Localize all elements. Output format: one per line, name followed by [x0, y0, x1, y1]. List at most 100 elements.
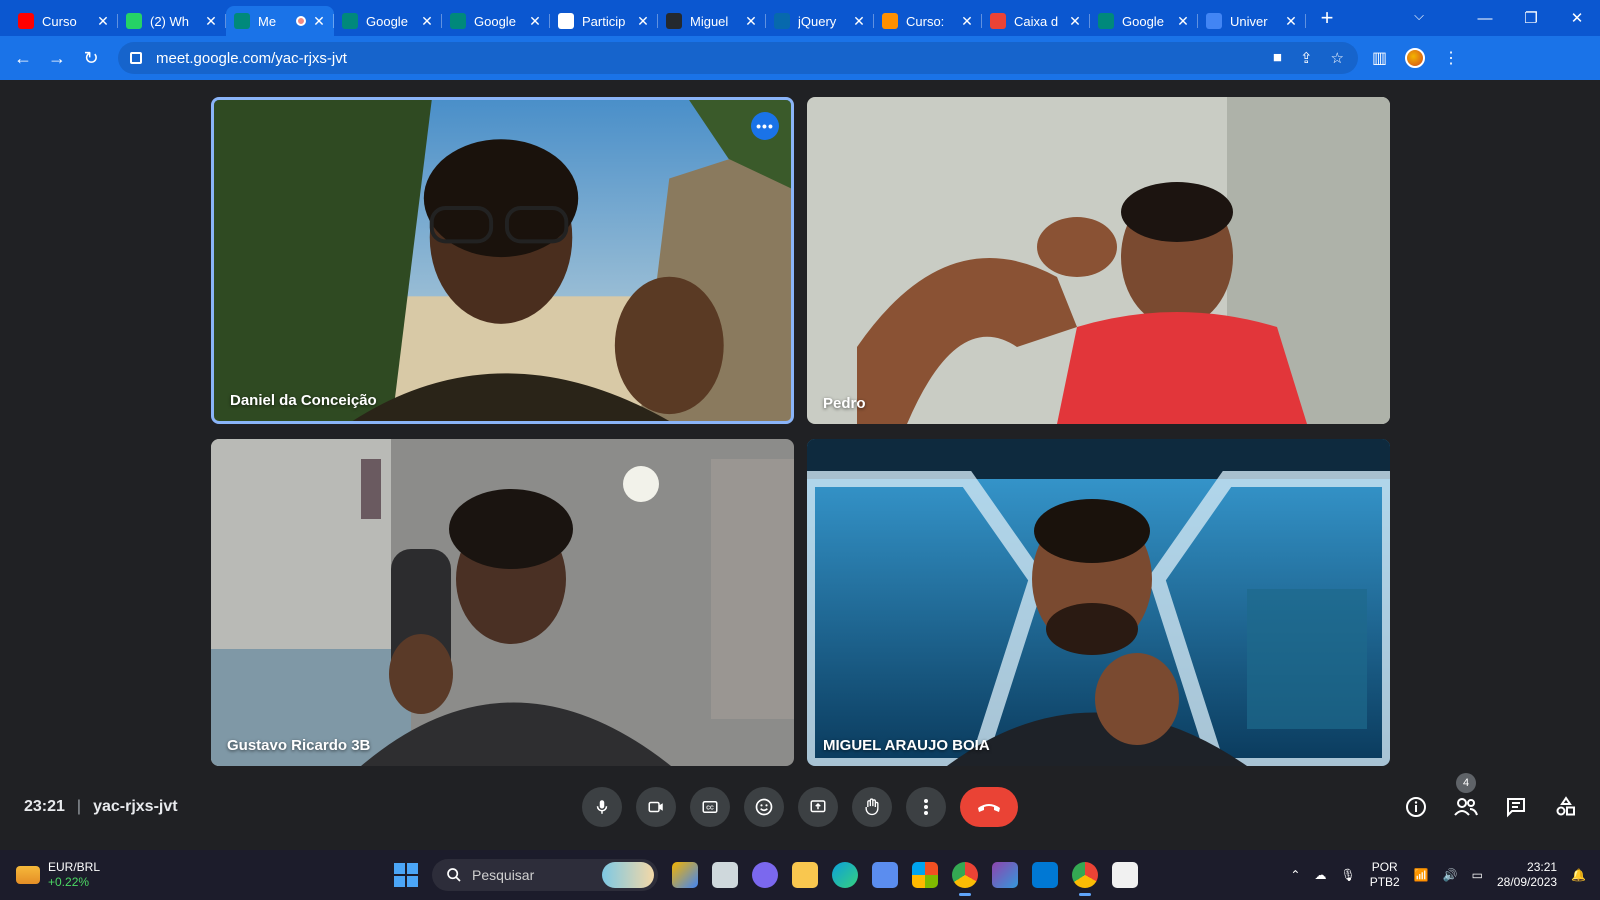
whatsapp-icon: [126, 13, 142, 29]
system-clock[interactable]: 23:21 28/09/2023: [1497, 860, 1557, 890]
participant-tile[interactable]: Pedro: [807, 97, 1390, 424]
reload-icon[interactable]: ↻: [74, 48, 108, 69]
widgets-app-icon[interactable]: [672, 862, 698, 888]
browser-tab[interactable]: Caixa d ✕: [982, 6, 1090, 36]
microphone-button[interactable]: [582, 787, 622, 827]
close-tab-icon[interactable]: ✕: [1068, 13, 1082, 30]
camera-in-use-icon[interactable]: ■: [1273, 49, 1282, 67]
participant-tile[interactable]: MIGUEL ARAUJO BOIA: [807, 439, 1390, 766]
lock-icon[interactable]: [130, 52, 142, 64]
mic-tray-icon[interactable]: 🎙: [1340, 868, 1355, 882]
profile-avatar[interactable]: [1405, 48, 1426, 68]
taskbar-search[interactable]: Pesquisar: [432, 859, 658, 891]
youtube-icon: [18, 13, 34, 29]
chrome-profile-icon[interactable]: [952, 862, 978, 896]
meeting-info: 23:21 | yac-rjxs-jvt: [24, 798, 178, 816]
search-highlight-image: [602, 862, 654, 888]
present-button[interactable]: [798, 787, 838, 827]
restore-icon[interactable]: ❐: [1508, 9, 1554, 27]
emoji-icon: [755, 798, 773, 816]
tile-options-button[interactable]: •••: [751, 112, 779, 140]
close-tab-icon[interactable]: ✕: [1176, 13, 1190, 30]
file-explorer-icon[interactable]: [792, 862, 818, 888]
battery-icon[interactable]: ▭: [1472, 868, 1483, 882]
jquery-icon: [774, 13, 790, 29]
tab-title: jQuery: [798, 13, 837, 29]
task-view-icon[interactable]: [712, 862, 738, 888]
close-tab-icon[interactable]: ✕: [96, 13, 110, 30]
browser-tab[interactable]: Me ✕: [226, 6, 334, 36]
more-options-button[interactable]: [906, 787, 946, 827]
notification-bell-icon[interactable]: 🔔: [1571, 868, 1586, 882]
tab-title: Particip: [582, 13, 626, 29]
close-tab-icon[interactable]: ✕: [204, 13, 218, 30]
close-tab-icon[interactable]: ✕: [420, 13, 434, 30]
browser-tab[interactable]: Curso: ✕: [874, 6, 982, 36]
bookmark-star-icon[interactable]: ☆: [1331, 49, 1344, 67]
people-button[interactable]: 4: [1452, 773, 1480, 821]
camera-button[interactable]: [636, 787, 676, 827]
close-tab-icon[interactable]: ✕: [1284, 13, 1298, 30]
browser-tab[interactable]: Google ✕: [334, 6, 442, 36]
reactions-button[interactable]: [744, 787, 784, 827]
tab-title: Google: [1122, 13, 1164, 29]
url-text[interactable]: meet.google.com/yac-rjxs-jvt: [156, 50, 347, 67]
browser-tab[interactable]: Google ✕: [442, 6, 550, 36]
cloud-icon[interactable]: ☁: [1314, 868, 1326, 882]
close-tab-icon[interactable]: ✕: [528, 13, 542, 30]
end-call-button[interactable]: [960, 787, 1018, 827]
teams-chat-icon[interactable]: [752, 862, 778, 888]
microphone-icon: [596, 800, 608, 814]
back-icon[interactable]: ←: [6, 48, 40, 69]
svg-text:CC: CC: [706, 805, 714, 811]
participant-tile[interactable]: Gustavo Ricardo 3B: [211, 439, 794, 766]
close-tab-icon[interactable]: ✕: [960, 13, 974, 30]
google-meet-icon: [342, 13, 358, 29]
chrome-icon[interactable]: [1072, 862, 1098, 896]
browser-tab[interactable]: jQuery ✕: [766, 6, 874, 36]
close-tab-icon[interactable]: ✕: [744, 13, 758, 30]
participant-name: Daniel da Conceição: [230, 392, 377, 409]
ticker-symbol: EUR/BRL: [48, 860, 101, 874]
windows-start-icon[interactable]: [394, 863, 418, 887]
ticker-change: +0.22%: [48, 875, 90, 889]
new-tab-button[interactable]: +: [1312, 3, 1342, 33]
activities-button[interactable]: [1552, 793, 1580, 821]
captions-button[interactable]: CC: [690, 787, 730, 827]
address-bar[interactable]: meet.google.com/yac-rjxs-jvt ■ ⇪ ☆: [118, 42, 1358, 74]
browser-tab[interactable]: Miguel ✕: [658, 6, 766, 36]
close-tab-icon[interactable]: ✕: [852, 13, 866, 30]
language-indicator[interactable]: POR PTB2: [1370, 860, 1400, 890]
share-icon[interactable]: ⇪: [1300, 49, 1313, 67]
browser-tab[interactable]: (2) Wh ✕: [118, 6, 226, 36]
participant-tile[interactable]: ••• Daniel da Conceição: [211, 97, 794, 424]
rocketseat-icon: [882, 13, 898, 29]
ticker-widget[interactable]: EUR/BRL +0.22%: [16, 860, 100, 890]
browser-tab[interactable]: Google ✕: [1090, 6, 1198, 36]
side-panel-icon[interactable]: ▥: [1372, 48, 1387, 68]
wifi-icon[interactable]: 📶: [1414, 868, 1429, 882]
outlook-icon[interactable]: [1032, 862, 1058, 888]
browser-tab[interactable]: Curso ✕: [10, 6, 118, 36]
minimize-icon[interactable]: —: [1462, 10, 1508, 27]
meeting-details-button[interactable]: [1402, 793, 1430, 821]
solitaire-icon[interactable]: [1112, 862, 1138, 888]
close-tab-icon[interactable]: ✕: [312, 13, 326, 30]
forward-icon[interactable]: →: [40, 48, 74, 69]
keyboard-app-icon[interactable]: [872, 862, 898, 888]
raise-hand-icon: [865, 798, 879, 816]
close-tab-icon[interactable]: ✕: [636, 13, 650, 30]
close-window-icon[interactable]: ✕: [1554, 9, 1600, 27]
raise-hand-button[interactable]: [852, 787, 892, 827]
chat-button[interactable]: [1502, 793, 1530, 821]
browser-toolbar: ← → ↻ meet.google.com/yac-rjxs-jvt ■ ⇪ ☆…: [0, 36, 1600, 80]
chevron-up-icon[interactable]: ⌃: [1290, 868, 1300, 882]
tab-search-icon[interactable]: ⌵: [1414, 8, 1424, 24]
browser-menu-icon[interactable]: ⋮: [1443, 48, 1459, 68]
edge-browser-icon[interactable]: [832, 862, 858, 888]
media-app-icon[interactable]: [992, 862, 1018, 888]
microsoft-store-icon[interactable]: [912, 862, 938, 888]
browser-tab[interactable]: Particip ✕: [550, 6, 658, 36]
browser-tab[interactable]: Univer ✕: [1198, 6, 1306, 36]
volume-icon[interactable]: 🔊: [1443, 868, 1458, 882]
